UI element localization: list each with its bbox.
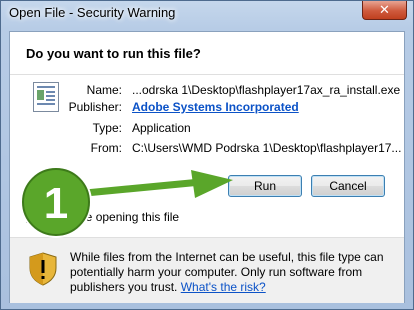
divider xyxy=(10,74,404,75)
title-bar: Open File - Security Warning ✕ xyxy=(1,1,413,25)
dialog-question: Do you want to run this file? xyxy=(26,46,201,61)
shield-warning-icon xyxy=(29,252,57,286)
publisher-label: Publisher: xyxy=(68,100,122,114)
publisher-link[interactable]: Adobe Systems Incorporated xyxy=(132,100,299,114)
window-title: Open File - Security Warning xyxy=(9,5,176,20)
cancel-button[interactable]: Cancel xyxy=(311,175,385,197)
close-button[interactable]: ✕ xyxy=(362,1,407,20)
security-warning-dialog: Open File - Security Warning ✕ Do you wa… xyxy=(0,0,414,310)
pointer-arrow xyxy=(73,170,233,198)
step-badge: 1 xyxy=(20,166,92,238)
close-icon: ✕ xyxy=(379,2,390,18)
warning-panel: While files from the Internet can be use… xyxy=(10,237,404,303)
warning-message: While files from the Internet can be use… xyxy=(70,250,390,295)
from-label: From: xyxy=(90,141,122,155)
type-label: Type: xyxy=(92,121,122,135)
whats-the-risk-link[interactable]: What's the risk? xyxy=(181,280,266,294)
from-value: C:\Users\WMD Podrska 1\Desktop\flashplay… xyxy=(132,141,402,155)
name-label: Name: xyxy=(86,83,122,97)
name-value: ...odrska 1\Desktop\flashplayer17ax_ra_i… xyxy=(132,83,401,97)
type-value: Application xyxy=(132,121,191,135)
step-number: 1 xyxy=(44,179,68,228)
